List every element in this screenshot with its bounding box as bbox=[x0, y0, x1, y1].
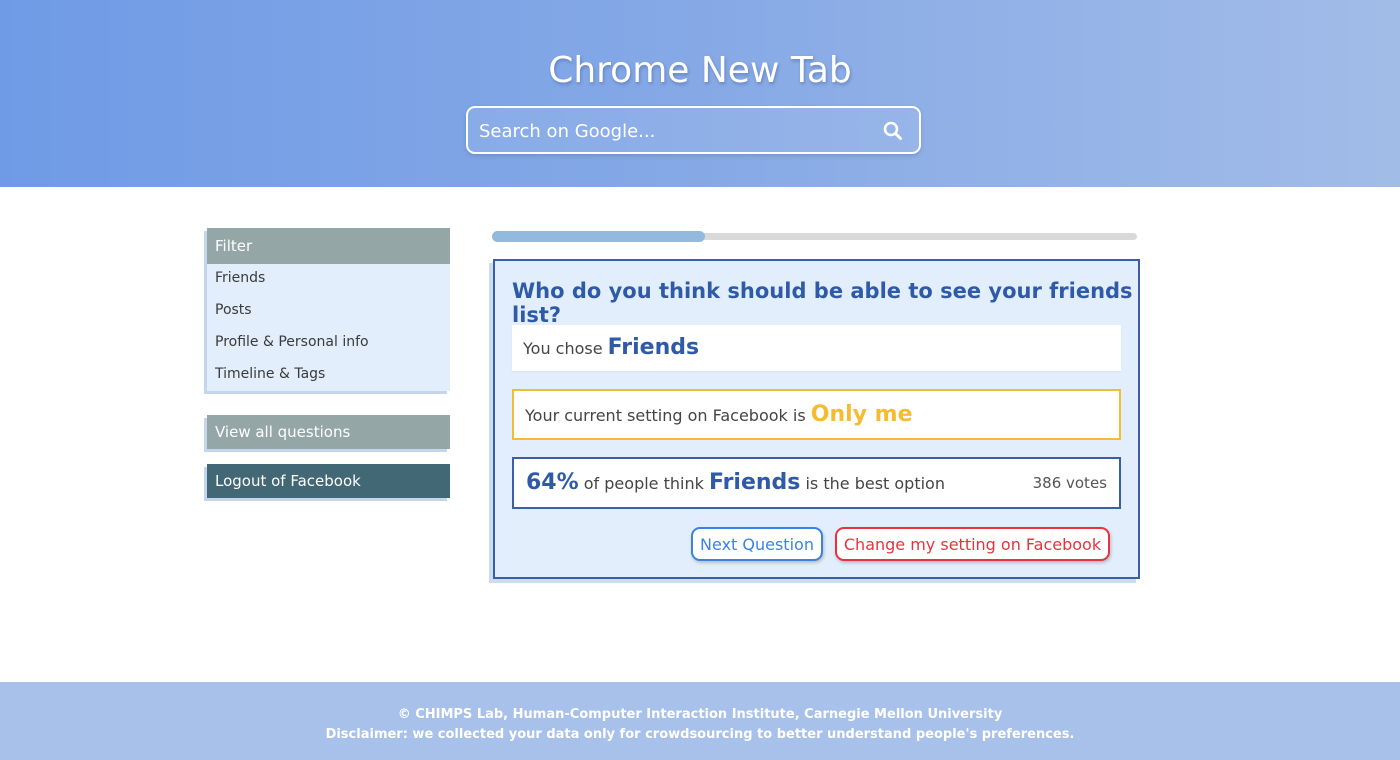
search-input[interactable] bbox=[479, 117, 859, 145]
page-title: Chrome New Tab bbox=[548, 50, 852, 91]
filter-item-posts[interactable]: Posts bbox=[207, 296, 450, 328]
footer-disclaimer: Disclaimer: we collected your data only … bbox=[325, 727, 1075, 742]
question-text: Who do you think should be able to see y… bbox=[512, 279, 1133, 327]
filter-item-friends[interactable]: Friends bbox=[207, 264, 450, 296]
header-banner: Chrome New Tab bbox=[0, 0, 1400, 187]
filter-header: Filter bbox=[207, 228, 450, 264]
choice-prefix: You chose bbox=[523, 339, 603, 358]
next-question-button[interactable]: Next Question bbox=[691, 527, 823, 561]
footer: © CHIMPS Lab, Human-Computer Interaction… bbox=[0, 682, 1400, 760]
search-icon[interactable] bbox=[882, 120, 904, 142]
current-setting-box: Your current setting on Facebook is Only… bbox=[512, 389, 1121, 440]
your-choice-box: You chose Friends bbox=[512, 325, 1121, 371]
view-all-questions-button[interactable]: View all questions bbox=[207, 415, 450, 449]
stats-middle-text: of people think bbox=[583, 474, 704, 493]
current-setting-value: Only me bbox=[810, 402, 913, 427]
change-setting-button[interactable]: Change my setting on Facebook bbox=[835, 527, 1110, 561]
search-box[interactable] bbox=[466, 106, 921, 154]
stats-option: Friends bbox=[708, 470, 801, 495]
question-card: Who do you think should be able to see y… bbox=[493, 259, 1140, 579]
progress-bar bbox=[492, 231, 1137, 242]
stats-suffix-text: is the best option bbox=[805, 474, 945, 493]
filter-panel: Filter Friends Posts Profile & Personal … bbox=[207, 228, 450, 391]
vote-count: 386 votes bbox=[1032, 474, 1107, 492]
logout-button[interactable]: Logout of Facebook bbox=[207, 464, 450, 498]
filter-item-profile[interactable]: Profile & Personal info bbox=[207, 328, 450, 360]
choice-value: Friends bbox=[607, 335, 700, 360]
current-setting-prefix: Your current setting on Facebook is bbox=[525, 406, 806, 425]
stats-percent: 64% bbox=[526, 470, 579, 495]
filter-item-timeline[interactable]: Timeline & Tags bbox=[207, 360, 450, 392]
crowd-stats-box: 64% of people think Friends is the best … bbox=[512, 457, 1121, 509]
footer-copyright: © CHIMPS Lab, Human-Computer Interaction… bbox=[397, 707, 1003, 722]
progress-fill bbox=[492, 231, 705, 242]
